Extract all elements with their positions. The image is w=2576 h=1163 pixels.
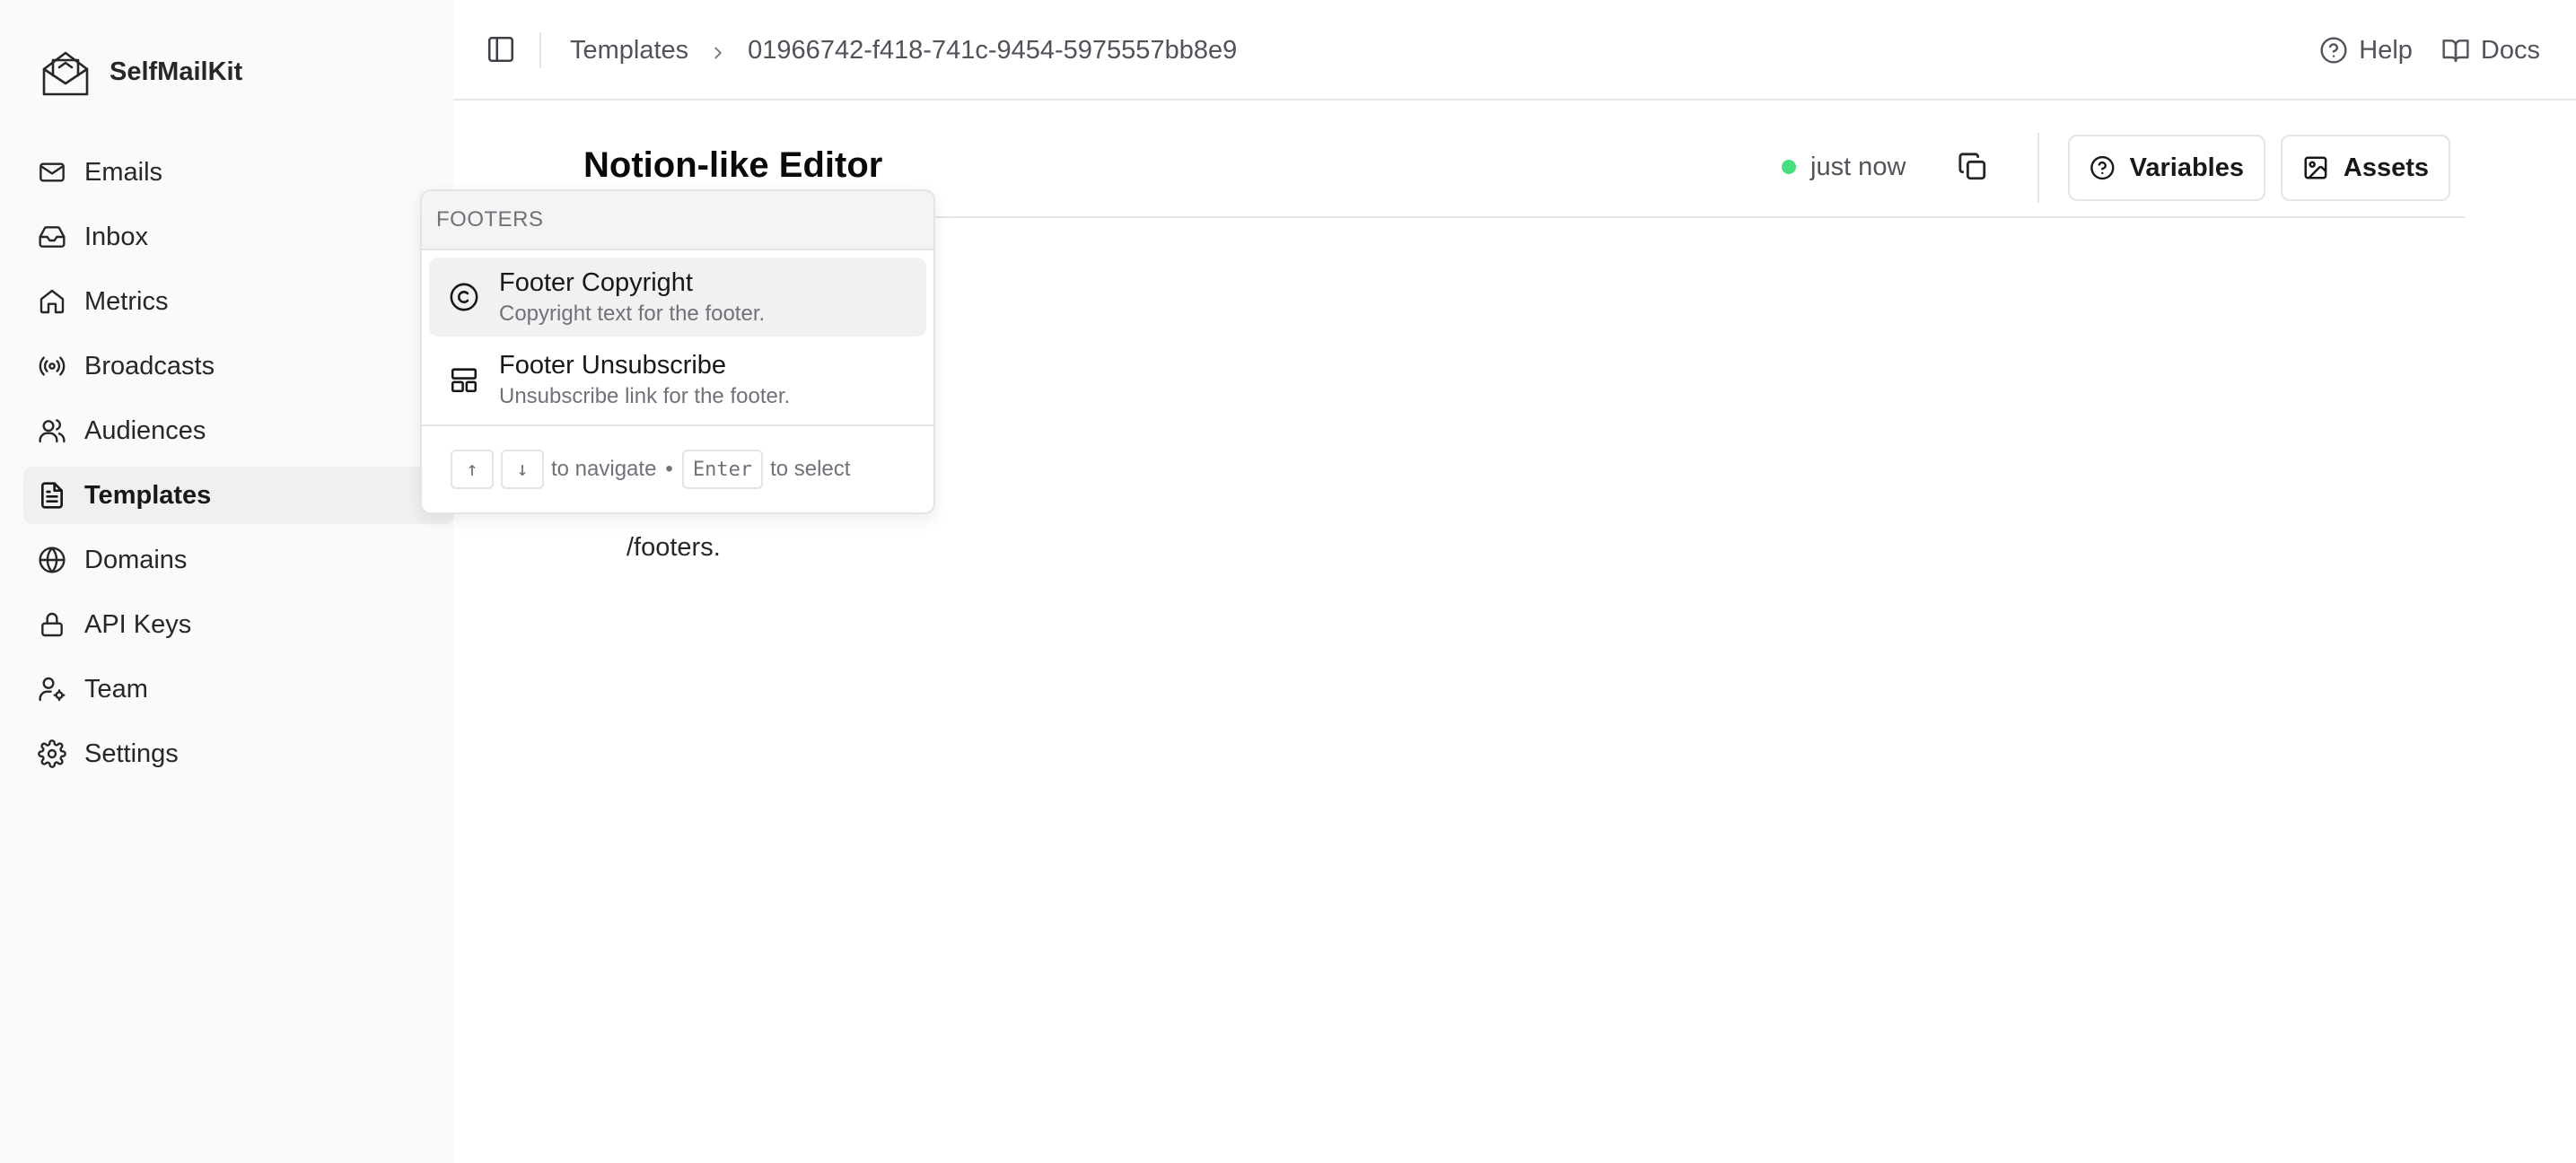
page-title[interactable]: Notion-like Editor (583, 145, 882, 186)
slash-command-menu: FOOTERS Footer Copyright Copyright text … (420, 189, 935, 514)
envelope-logo-icon (42, 51, 89, 96)
menu-item-texts: Footer Unsubscribe Unsubscribe link for … (499, 351, 790, 409)
image-icon (2304, 156, 2327, 179)
sidebar-item-label: Settings (84, 739, 179, 768)
breadcrumb: Templates 01966742-f418-741c-9454-597555… (570, 31, 1237, 70)
topbar-divider (539, 32, 541, 68)
sidebar-toggle-icon[interactable] (486, 34, 516, 65)
mail-icon (38, 158, 66, 187)
menu-item-description: Unsubscribe link for the footer. (499, 383, 791, 408)
sidebar-item-label: API Keys (84, 609, 192, 639)
help-link[interactable]: Help (2319, 36, 2413, 66)
help-circle-icon (2090, 155, 2115, 180)
inbox-icon (38, 223, 66, 251)
editor-paragraph[interactable]: /footers. (626, 533, 721, 563)
help-circle-icon (2320, 37, 2347, 64)
lock-icon (38, 610, 66, 639)
select-hint: to select (770, 457, 851, 481)
globe-icon (38, 546, 66, 574)
brand-name: SelfMailKit (110, 57, 243, 86)
user-cog-icon (38, 675, 66, 704)
sidebar-item-emails[interactable]: Emails (23, 144, 454, 201)
layout-icon (449, 364, 479, 395)
users-icon (38, 416, 66, 445)
broadcast-icon (38, 352, 66, 380)
breadcrumb-templates-link[interactable]: Templates (570, 36, 688, 66)
chevron-right-icon (708, 40, 728, 60)
menu-item-description: Copyright text for the footer. (499, 301, 766, 326)
file-text-icon (38, 481, 66, 510)
sidebar-item-label: Metrics (84, 286, 169, 316)
sidebar-item-label: Emails (84, 157, 163, 187)
sidebar: SelfMailKit Emails Inbox Metrics Broadca… (0, 0, 454, 1163)
app-root: SelfMailKit Emails Inbox Metrics Broadca… (0, 0, 2576, 1163)
top-links: Help Docs (2319, 31, 2540, 70)
sidebar-item-label: Domains (84, 545, 188, 574)
sidebar-item-api-keys[interactable]: API Keys (23, 596, 454, 653)
sidebar-item-metrics[interactable]: Metrics (23, 273, 454, 330)
brand[interactable]: SelfMailKit (41, 45, 242, 99)
variables-label: Variables (2129, 153, 2244, 182)
sidebar-item-broadcasts[interactable]: Broadcasts (23, 337, 454, 395)
menu-item-footer-copyright[interactable]: Footer Copyright Copyright text for the … (429, 258, 926, 337)
header-divider (2037, 133, 2039, 203)
status-dot-icon (1782, 160, 1796, 174)
sidebar-item-domains[interactable]: Domains (23, 531, 454, 589)
docs-link[interactable]: Docs (2441, 36, 2540, 66)
breadcrumb-current: 01966742-f418-741c-9454-5975557bb8e9 (748, 35, 1238, 65)
copy-button[interactable] (1953, 147, 1993, 187)
arrow-down-key: ↓ (501, 450, 544, 489)
sidebar-item-label: Inbox (84, 222, 148, 251)
navigate-hint: to navigate (551, 457, 657, 481)
variables-button[interactable]: Variables (2068, 135, 2265, 201)
copy-icon (1958, 153, 1986, 180)
arrow-up-key: ↑ (451, 450, 494, 489)
assets-label: Assets (2343, 153, 2429, 182)
gear-icon (38, 739, 66, 768)
hint-separator: • (665, 457, 673, 481)
menu-item-title: Footer Copyright (499, 267, 693, 297)
copyright-icon (449, 282, 479, 312)
docs-label: Docs (2480, 35, 2540, 65)
menu-item-texts: Footer Copyright Copyright text for the … (499, 268, 765, 327)
sidebar-nav: Emails Inbox Metrics Broadcasts Audience… (23, 144, 454, 790)
assets-button[interactable]: Assets (2281, 135, 2450, 201)
help-label: Help (2359, 35, 2413, 65)
sidebar-item-label: Audiences (84, 415, 206, 445)
menu-item-footer-unsubscribe[interactable]: Footer Unsubscribe Unsubscribe link for … (429, 340, 926, 419)
menu-group-header: FOOTERS (422, 191, 933, 250)
sidebar-item-audiences[interactable]: Audiences (23, 402, 454, 459)
save-status-text: just now (1810, 152, 1906, 181)
sidebar-item-label: Broadcasts (84, 351, 215, 380)
sidebar-item-settings[interactable]: Settings (23, 725, 454, 783)
menu-list: Footer Copyright Copyright text for the … (422, 250, 933, 430)
home-icon (38, 287, 66, 316)
topbar: Templates 01966742-f418-741c-9454-597555… (453, 0, 2576, 101)
sidebar-item-inbox[interactable]: Inbox (23, 208, 454, 266)
save-status: just now (1782, 151, 1906, 183)
book-open-icon (2442, 39, 2469, 63)
sidebar-item-team[interactable]: Team (23, 660, 454, 718)
sidebar-item-label: Templates (84, 480, 212, 510)
sidebar-item-label: Team (84, 674, 148, 704)
menu-keyboard-hints: ↑ ↓ to navigate • Enter to select (422, 424, 933, 512)
menu-item-title: Footer Unsubscribe (499, 350, 727, 380)
enter-key: Enter (681, 450, 764, 489)
sidebar-item-templates[interactable]: Templates (23, 467, 454, 524)
